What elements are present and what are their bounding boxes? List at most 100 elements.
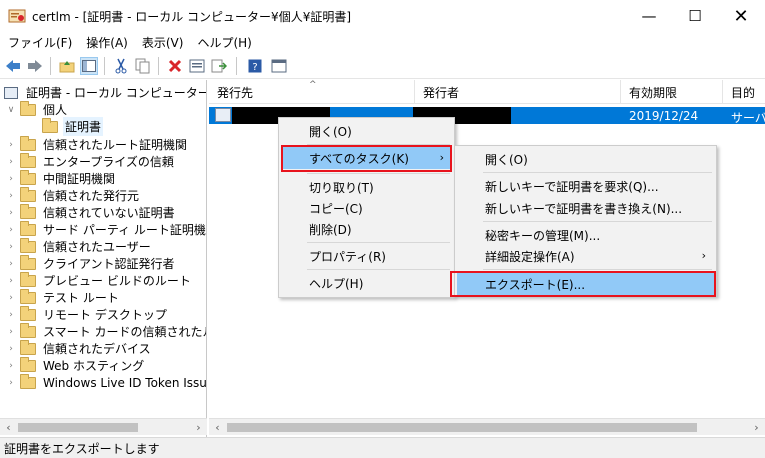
folder-icon	[20, 135, 36, 151]
menu-item-copy[interactable]: コピー(C)	[281, 197, 452, 219]
copy-icon[interactable]	[134, 57, 152, 75]
column-issued-to[interactable]: 発行先	[209, 80, 415, 104]
chevron-right-icon[interactable]: ›	[6, 344, 16, 354]
folder-icon	[20, 356, 36, 372]
help-icon[interactable]: ?	[246, 57, 264, 75]
window-title: certlm - [証明書 - ローカル コンピューター¥個人¥証明書]	[32, 10, 352, 24]
delete-icon[interactable]	[166, 57, 184, 75]
menu-file[interactable]: ファイル(F)	[0, 34, 79, 51]
folder-icon	[20, 322, 36, 338]
back-arrow-icon[interactable]	[4, 57, 22, 75]
toolbar-separator	[158, 57, 159, 75]
tree-horizontal-scrollbar[interactable]: ‹ ›	[0, 418, 207, 435]
column-expiration[interactable]: 有効期限	[621, 80, 723, 104]
chevron-right-icon[interactable]: ›	[6, 259, 16, 269]
folder-icon	[20, 237, 36, 253]
column-issued-by[interactable]: 発行者	[415, 80, 621, 104]
tree-item[interactable]: ›スマート カードの信頼されたルート	[6, 322, 206, 340]
folder-icon	[20, 288, 36, 304]
cut-icon[interactable]	[112, 57, 130, 75]
export-list-icon[interactable]	[210, 57, 228, 75]
chevron-down-icon[interactable]: ∨	[6, 105, 16, 115]
tree-item[interactable]: › リモート デスクトップ	[6, 305, 169, 323]
folder-icon	[42, 117, 58, 133]
column-purpose[interactable]: 目的	[723, 80, 765, 104]
submenu-item-request-new-key[interactable]: 新しいキーで証明書を要求(Q)...	[457, 175, 714, 197]
menu-bar: ファイル(F) 操作(A) 表示(V) ヘルプ(H)	[0, 32, 765, 52]
menu-separator	[307, 269, 450, 270]
chevron-right-icon[interactable]: ›	[6, 242, 16, 252]
minimize-button[interactable]: —	[626, 0, 672, 32]
menu-view[interactable]: 表示(V)	[135, 34, 191, 51]
highlight-annotation	[281, 145, 452, 172]
status-bar: 証明書をエクスポートします	[0, 437, 765, 458]
chevron-right-icon[interactable]: ›	[6, 378, 16, 388]
tree-item[interactable]: › 中間証明機関	[6, 169, 117, 187]
tree-item[interactable]: › エンタープライズの信頼	[6, 152, 176, 170]
chevron-right-icon[interactable]: ›	[6, 327, 16, 337]
menu-item-open[interactable]: 開く(O)	[281, 120, 452, 142]
highlight-annotation	[450, 271, 716, 297]
chevron-right-icon[interactable]: ›	[6, 225, 16, 235]
folder-icon	[20, 186, 36, 202]
chevron-right-icon[interactable]: ›	[6, 208, 16, 218]
menu-item-cut[interactable]: 切り取り(T)	[281, 176, 452, 198]
tree-item-label: Windows Live ID Token Issuer	[43, 375, 207, 390]
submenu-item-renew-new-key[interactable]: 新しいキーで証明書を書き換え(N)...	[457, 197, 714, 219]
tree-item[interactable]: › 信頼された発行元	[6, 186, 141, 204]
tree-item[interactable]: › 信頼されたルート証明機関	[6, 135, 189, 153]
tree-item[interactable]: › プレビュー ビルドのルート	[6, 271, 193, 289]
submenu-arrow-icon: ›	[701, 249, 706, 262]
tree-item[interactable]: › 信頼されていない証明書	[6, 203, 177, 221]
forward-arrow-icon[interactable]	[26, 57, 44, 75]
menu-separator	[483, 221, 712, 222]
tree-root[interactable]: 証明書 - ローカル コンピューター	[4, 84, 206, 101]
submenu-item-manage-private-keys[interactable]: 秘密キーの管理(M)...	[457, 224, 714, 246]
scroll-left-icon[interactable]: ‹	[0, 419, 17, 436]
scrollbar-thumb[interactable]	[227, 423, 697, 432]
submenu-item-advanced-operations[interactable]: 詳細設定操作(A) ›	[457, 245, 714, 267]
menu-item-help[interactable]: ヘルプ(H)	[281, 272, 452, 294]
scrollbar-thumb[interactable]	[18, 423, 138, 432]
view-icon[interactable]	[270, 57, 288, 75]
scroll-right-icon[interactable]: ›	[190, 419, 207, 436]
maximize-button[interactable]: ☐	[672, 0, 718, 32]
folder-icon	[20, 152, 36, 168]
show-hide-tree-icon[interactable]	[80, 57, 98, 75]
chevron-right-icon[interactable]: ›	[6, 276, 16, 286]
tree-item[interactable]: › Windows Live ID Token Issuer	[6, 373, 207, 391]
chevron-right-icon[interactable]: ›	[6, 361, 16, 371]
list-horizontal-scrollbar[interactable]: ‹ ›	[209, 418, 765, 435]
chevron-right-icon[interactable]: ›	[6, 140, 16, 150]
properties-icon[interactable]	[188, 57, 206, 75]
chevron-right-icon[interactable]: ›	[6, 157, 16, 167]
tree-item[interactable]: › 信頼されたユーザー	[6, 237, 153, 255]
tree-item-certificates[interactable]: 証明書	[42, 117, 104, 136]
scroll-left-icon[interactable]: ‹	[209, 419, 226, 436]
submenu-item-open[interactable]: 開く(O)	[457, 148, 714, 170]
menu-help[interactable]: ヘルプ(H)	[190, 34, 258, 51]
menu-separator	[307, 173, 450, 174]
status-text: 証明書をエクスポートします	[4, 441, 160, 456]
tree-item[interactable]: › サード パーティ ルート証明機関	[6, 220, 206, 238]
tree-item[interactable]: › テスト ルート	[6, 288, 121, 306]
toolbar: ?	[0, 53, 765, 79]
toolbar-separator	[50, 57, 51, 75]
chevron-right-icon[interactable]: ›	[6, 310, 16, 320]
tree-item-personal[interactable]: ∨ 個人	[6, 100, 69, 118]
folder-icon	[20, 271, 36, 287]
scroll-right-icon[interactable]: ›	[748, 419, 765, 436]
cert-expiration: 2019/12/24	[629, 109, 699, 123]
menu-action[interactable]: 操作(A)	[79, 34, 135, 51]
tree-item[interactable]: › Web ホスティング	[6, 356, 146, 374]
tree-item[interactable]: › 信頼されたデバイス	[6, 339, 153, 357]
chevron-right-icon[interactable]: ›	[6, 174, 16, 184]
up-folder-icon[interactable]	[58, 57, 76, 75]
menu-item-properties[interactable]: プロパティ(R)	[281, 245, 452, 267]
tree-item[interactable]: › クライアント認証発行者	[6, 254, 177, 272]
menu-item-delete[interactable]: 削除(D)	[281, 218, 452, 240]
close-button[interactable]: ✕	[718, 0, 764, 32]
chevron-right-icon[interactable]: ›	[6, 293, 16, 303]
chevron-right-icon[interactable]: ›	[6, 191, 16, 201]
toolbar-separator	[236, 57, 237, 75]
